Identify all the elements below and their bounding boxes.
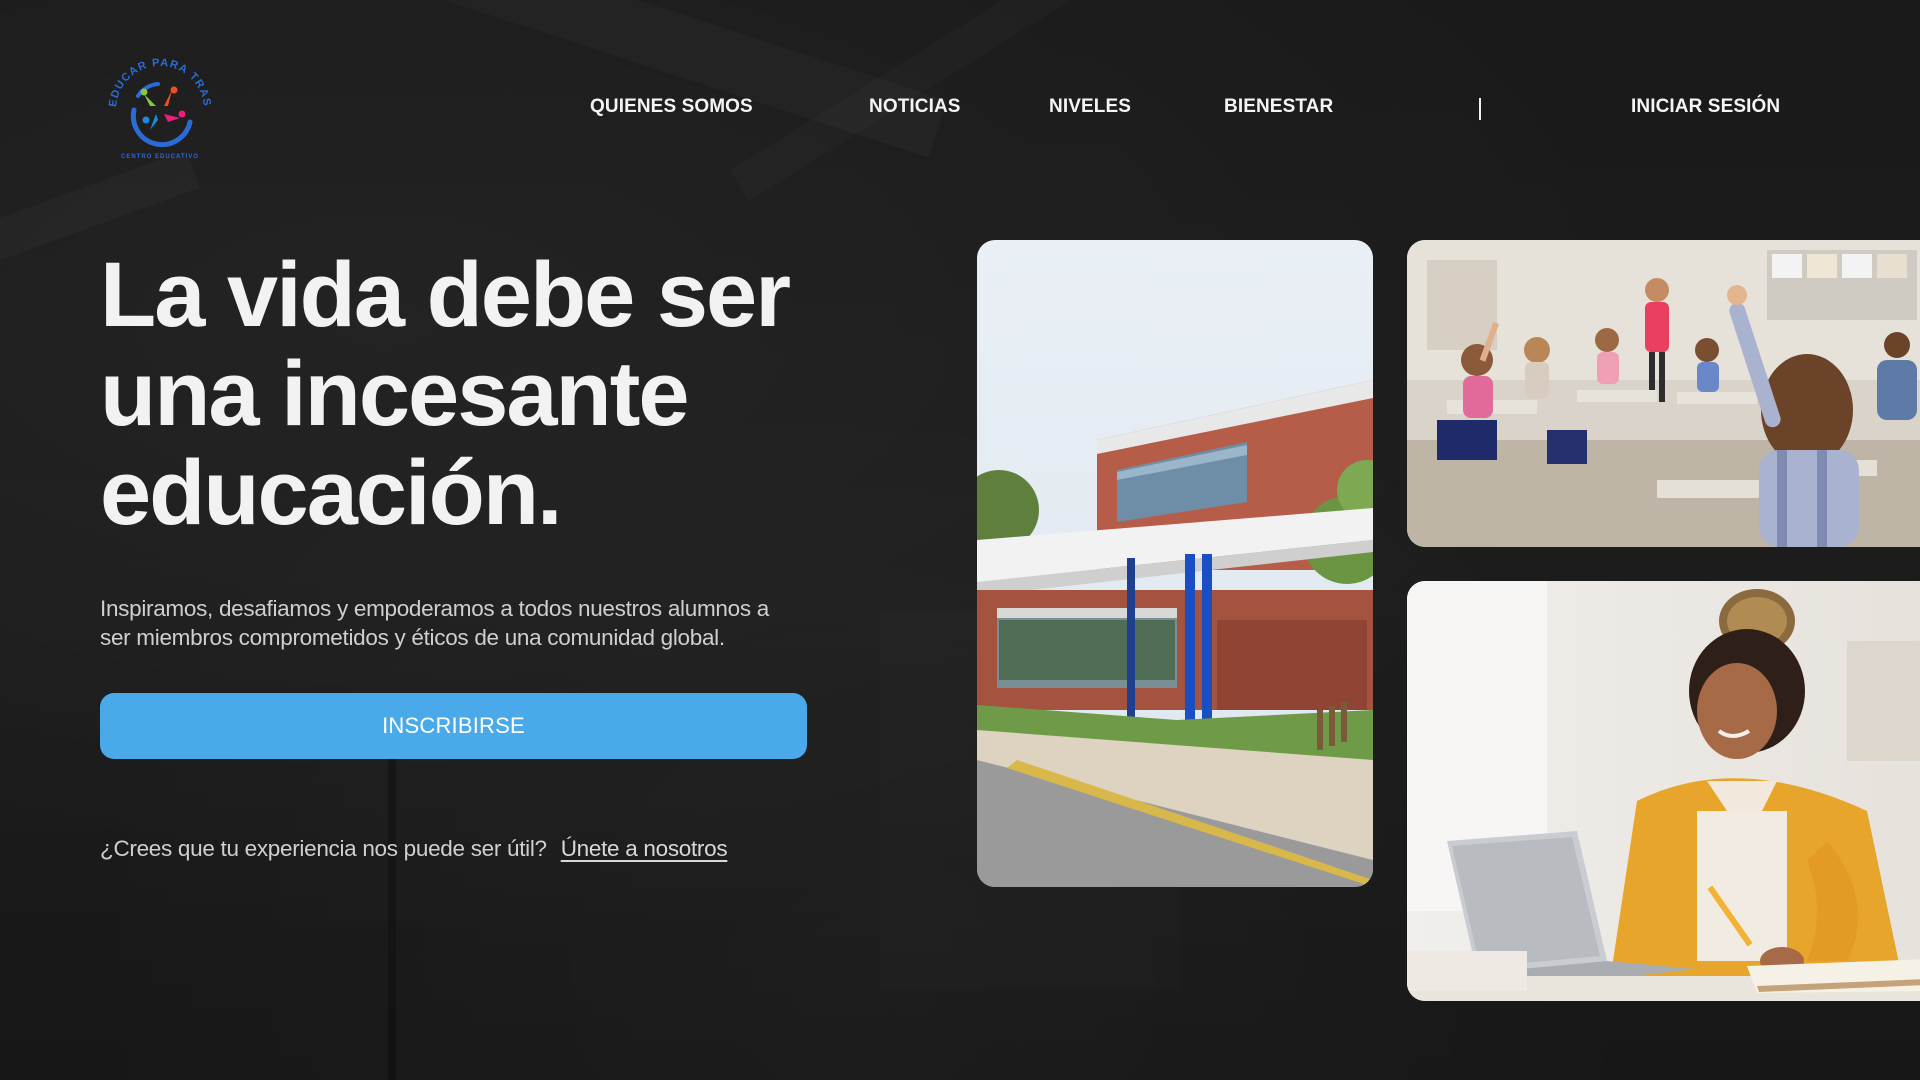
join-prompt: ¿Crees que tu experiencia nos puede ser … [100,836,547,861]
hero-title-line: una incesante [100,343,690,445]
hero-subtitle: Inspiramos, desafiamos y empoderamos a t… [100,594,820,652]
nav-niveles[interactable]: NIVELES [1049,96,1131,118]
logo-icon: EDUCAR PARA TRASFORMAR CENTRO EDUCATIVO [91,37,213,160]
hero-title-line: educación. [100,442,563,544]
nav-divider [1479,98,1481,120]
nav-quienes-somos[interactable]: QUIENES SOMOS [590,96,753,118]
nav-noticias[interactable]: NOTICIAS [869,96,961,118]
join-us-link[interactable]: Únete a nosotros [561,836,728,861]
hero-subtitle-line: ser miembros comprometidos y éticos de u… [100,625,725,650]
logo-sub-text: CENTRO EDUCATIVO [121,154,199,160]
enroll-button[interactable]: INSCRIBIRSE [100,693,807,759]
hero-subtitle-line: Inspiramos, desafiamos y empoderamos a t… [100,596,769,621]
school-building-photo [977,240,1373,887]
nav-bienestar[interactable]: BIENESTAR [1224,96,1333,118]
svg-text:EDUCAR PARA TRASFORMAR: EDUCAR PARA TRASFORMAR [96,46,213,108]
student-laptop-photo [1407,581,1920,1001]
hero-title-line: La vida debe ser [100,244,791,346]
classroom-students-photo [1407,240,1920,547]
logo-ring-text: EDUCAR PARA TRASFORMAR [91,37,212,108]
background-pole [388,740,396,1080]
brand-logo[interactable]: EDUCAR PARA TRASFORMAR CENTRO EDUCATIVO [91,37,224,164]
login-link[interactable]: INICIAR SESIÓN [1631,96,1780,118]
landing-page: EDUCAR PARA TRASFORMAR CENTRO EDUCATIVO … [0,0,1920,1080]
hero-title: La vida debe ser una incesante educación… [100,246,860,543]
join-row: ¿Crees que tu experiencia nos puede ser … [100,836,728,862]
